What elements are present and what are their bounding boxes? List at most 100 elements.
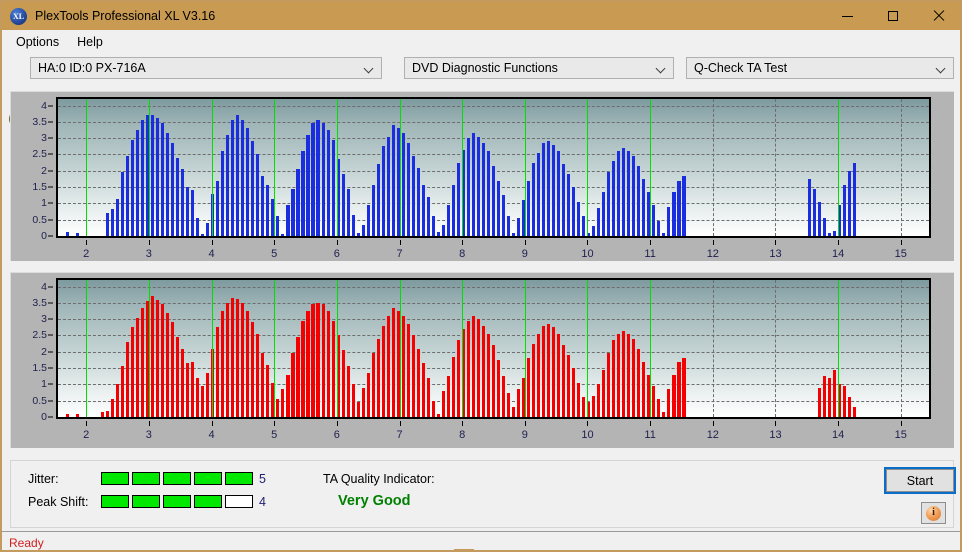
marker-line [838,280,840,417]
chart-bar [822,218,826,236]
x-tick-mark [211,240,213,245]
y-tick-label: 3 [41,313,47,326]
x-tick-label: 7 [396,429,403,441]
chart-bar [186,363,190,417]
ta-quality-label: TA Quality Indicator: [323,472,435,486]
close-button[interactable] [915,2,960,30]
chart-bar [572,187,576,236]
x-tick-mark [148,421,150,426]
chart-bar [547,141,551,236]
chart-bar [115,198,120,236]
chart-bar [291,188,295,236]
chart-bar [401,315,405,417]
chart-bar [391,125,395,236]
chart-bar [852,407,856,417]
maximize-button[interactable] [870,2,915,30]
chart-bar [486,333,491,417]
x-tick-label: 10 [581,248,594,260]
chart-bar [236,114,240,236]
chart-bar [827,232,831,236]
chart-bar [421,363,425,417]
chart-bar [832,231,836,236]
chart-bar [602,191,606,236]
info-button[interactable]: i [921,502,946,524]
chart-bar [371,353,375,417]
chart-bar [652,205,656,236]
chart-bar [65,232,69,236]
test-select[interactable]: Q-Check TA Test [686,57,954,79]
chart-bar [612,340,616,417]
chart-bar [261,175,265,236]
y-tick-mark [48,235,53,237]
chart-bar [517,218,521,236]
chart-bar [572,368,576,417]
chart-bar [321,123,325,236]
chart-bar [110,399,115,417]
chart-bar [331,139,335,236]
x-tick-mark [86,421,88,426]
chart-bar [446,376,450,417]
chart-bar [261,353,265,417]
chart-bar [667,389,671,417]
menu-item-help[interactable]: Help [69,33,111,51]
chart-bar [456,162,460,236]
y-tick-mark [48,383,53,385]
chart-bar [196,218,200,236]
meter-segment [132,495,160,508]
menu-item-options[interactable]: Options [8,33,67,51]
chart-bar [476,136,480,236]
y-tick-mark [48,121,53,123]
chart-bar [511,232,516,236]
chart-bar [361,387,365,417]
drive-select[interactable]: HA:0 ID:0 PX-716A [30,57,382,79]
x-tick-label: 11 [644,429,656,441]
x-tick-mark [86,240,88,245]
chart-bar [496,180,501,236]
x-tick-label: 2 [83,248,90,260]
gridline-vertical [900,280,902,417]
chart-bar [356,232,360,236]
function-select[interactable]: DVD Diagnostic Functions [404,57,674,79]
chart-bar [191,190,195,236]
chart-bar [506,216,511,236]
y-tick-mark [48,219,53,221]
x-tick-label: 9 [521,429,528,441]
start-button[interactable]: Start [884,467,956,494]
chart-bar [401,133,405,236]
chart-bar [622,330,626,417]
meter-segment [225,495,253,508]
chart-bar [321,304,325,417]
chart-bar [256,154,260,236]
x-tick-mark [650,240,652,245]
y-tick-label: 2 [41,164,47,177]
chart-bar [471,315,475,417]
y-tick-label: 4 [41,280,47,293]
x-tick-label: 12 [706,248,719,260]
chart-bar [351,214,355,236]
window-title: PlexTools Professional XL V3.16 [35,9,216,23]
x-tick-mark [399,240,401,245]
chart-bar [186,187,190,236]
chart-bar [662,412,666,417]
x-tick-label: 4 [208,429,215,441]
chart-bar [557,333,561,417]
chart-bar [136,317,140,417]
x-tick-mark [336,421,338,426]
chart-bar [251,322,255,417]
gridline-horizontal [58,286,929,288]
chart-bar [547,324,551,417]
jitter-chart-x-axis: 2 3 4 5 6 7 8 9 10 11 12 13 14 15 [56,240,931,266]
chart-bar [406,324,410,417]
peak-shift-label: Peak Shift: [28,495,89,509]
chart-bar [411,335,415,417]
chart-bar [376,164,380,236]
chart-bar [326,130,330,236]
chart-bar [527,358,531,417]
x-tick-mark [524,421,526,426]
chart-bar [431,216,435,236]
x-tick-mark [148,240,150,245]
minimize-button[interactable] [825,2,870,30]
chart-bar [231,120,235,236]
chart-bar [852,162,856,236]
x-tick-label: 3 [145,248,152,260]
